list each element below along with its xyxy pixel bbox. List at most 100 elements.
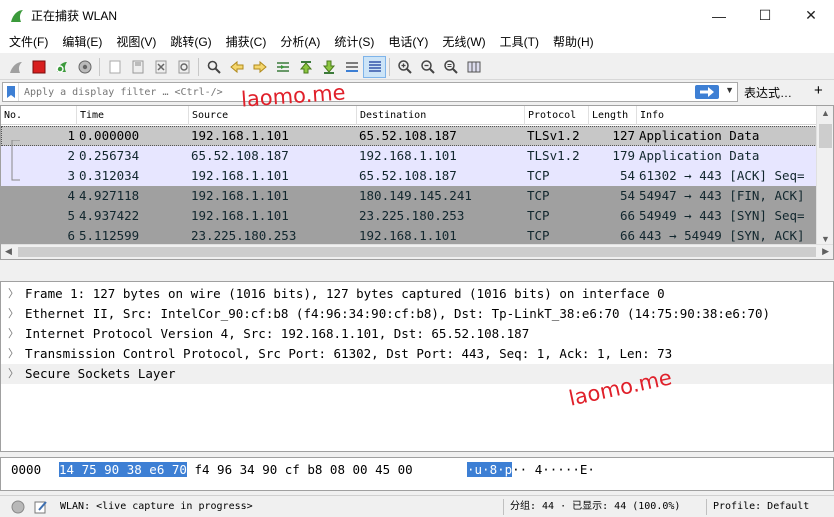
add-filter-button[interactable]: + <box>814 82 823 99</box>
go-forward-icon[interactable] <box>248 56 271 78</box>
bytes-ascii-selected: ·u·8·p <box>467 462 513 477</box>
packet-list-horizontal-scrollbar[interactable]: ◀ ▶ <box>1 244 833 259</box>
col-header-destination[interactable]: Destination <box>357 106 525 125</box>
stop-capture-icon[interactable] <box>27 56 50 78</box>
details-row-ethernet[interactable]: 〉 Ethernet II, Src: IntelCor_90:cf:b8 (f… <box>1 304 833 324</box>
packet-list-vertical-scrollbar[interactable]: ▲ ▼ <box>816 106 833 246</box>
display-filter-bar: ▼ 表达式… + <box>0 81 834 103</box>
table-row[interactable]: 4 4.927118 192.168.1.101 180.149.145.241 TCP… <box>1 186 817 206</box>
close-button[interactable]: ✕ <box>788 0 834 31</box>
cell-destination: 65.52.108.187 <box>359 128 457 143</box>
apply-filter-arrow-icon[interactable] <box>695 85 719 99</box>
cell-destination: 65.52.108.187 <box>359 168 457 183</box>
table-row[interactable]: 2 0.256734 65.52.108.187 192.168.1.101 TLSv1… <box>1 146 817 166</box>
window-title: 正在捕获 WLAN <box>31 9 118 23</box>
cell-source: 192.168.1.101 <box>191 188 289 203</box>
menu-view[interactable]: 视图(V) <box>109 31 163 53</box>
col-header-protocol[interactable]: Protocol <box>525 106 589 125</box>
details-row-ip[interactable]: 〉 Internet Protocol Version 4, Src: 192.… <box>1 324 833 344</box>
display-filter-input[interactable] <box>19 86 679 98</box>
menu-tools[interactable]: 工具(T) <box>493 31 546 53</box>
packet-list-header: No. Time Source Destination Protocol Len… <box>1 106 817 125</box>
menu-capture[interactable]: 捕获(C) <box>219 31 274 53</box>
minimize-button[interactable]: — <box>696 0 742 31</box>
find-packet-icon[interactable] <box>202 56 225 78</box>
expression-button[interactable]: 表达式… <box>744 84 792 101</box>
cell-info: 61302 → 443 [ACK] Seq= <box>639 168 805 183</box>
table-row[interactable]: 5 4.937422 192.168.1.101 23.225.180.253 TCP 6… <box>1 206 817 226</box>
col-header-length[interactable]: Length <box>589 106 637 125</box>
menu-file[interactable]: 文件(F) <box>2 31 55 53</box>
table-row[interactable]: 1 0.000000 192.168.1.101 65.52.108.187 TLSv1… <box>1 126 817 146</box>
menu-edit[interactable]: 编辑(E) <box>55 31 109 53</box>
menu-help[interactable]: 帮助(H) <box>546 31 601 53</box>
shark-fin-icon[interactable] <box>4 56 27 78</box>
go-first-icon[interactable] <box>294 56 317 78</box>
wireshark-fin-icon <box>11 9 23 22</box>
menu-wireless[interactable]: 无线(W) <box>435 31 492 53</box>
zoom-out-icon[interactable] <box>416 56 439 78</box>
restart-capture-icon[interactable] <box>50 56 73 78</box>
cell-length: 179 <box>612 148 635 163</box>
cell-no: 5 <box>67 208 75 223</box>
cell-time: 4.927118 <box>79 188 140 203</box>
cell-destination: 23.225.180.253 <box>359 208 465 223</box>
cell-protocol: TLSv1.2 <box>527 128 580 143</box>
go-back-icon[interactable] <box>225 56 248 78</box>
bytes-ascii-rest: ·· 4·····E· <box>512 462 595 477</box>
profile-status[interactable]: Profile: Default <box>713 496 809 517</box>
cell-info: 54949 → 443 [SYN] Seq= <box>639 208 805 223</box>
cell-protocol: TCP <box>527 168 550 183</box>
cell-no: 6 <box>67 228 75 243</box>
table-row[interactable]: 3 0.312034 192.168.1.101 65.52.108.187 TCP 54… <box>1 166 817 186</box>
save-file-icon[interactable] <box>126 56 149 78</box>
cell-protocol: TCP <box>527 208 550 223</box>
capture-options-icon[interactable] <box>73 56 96 78</box>
go-last-icon[interactable] <box>317 56 340 78</box>
auto-scroll-icon[interactable] <box>340 56 363 78</box>
go-to-packet-icon[interactable] <box>271 56 294 78</box>
chevron-right-icon[interactable]: 〉 <box>8 304 19 324</box>
packet-count-status: 分组: 44 · 已显示: 44 (100.0%) <box>510 501 681 512</box>
bytes-ascii[interactable]: ·u·8·p·· 4·····E· <box>467 462 595 477</box>
bytes-hex[interactable]: 14 75 90 38 e6 70 f4 96 34 90 cf b8 08 0… <box>59 462 413 477</box>
cell-info: 54947 → 443 [FIN, ACK] <box>639 188 805 203</box>
col-header-no[interactable]: No. <box>1 106 77 125</box>
chevron-right-icon[interactable]: 〉 <box>8 344 19 364</box>
expert-info-status-icon[interactable] <box>11 500 25 514</box>
cell-length: 66 <box>619 208 635 223</box>
menu-analyze[interactable]: 分析(A) <box>273 31 327 53</box>
colorize-icon[interactable] <box>363 55 386 78</box>
bookmark-icon[interactable] <box>3 83 19 101</box>
chevron-right-icon[interactable]: 〉 <box>8 324 19 344</box>
reload-file-icon[interactable] <box>172 56 195 78</box>
cell-destination: 192.168.1.101 <box>359 148 457 163</box>
chevron-right-icon[interactable]: 〉 <box>8 364 19 384</box>
cell-time: 5.112599 <box>79 228 140 243</box>
bytes-hex-rest: f4 96 34 90 cf b8 08 00 45 00 <box>186 462 413 477</box>
resize-columns-icon[interactable] <box>462 56 485 78</box>
cell-no: 4 <box>67 188 75 203</box>
menu-go[interactable]: 跳转(G) <box>163 31 218 53</box>
maximize-button[interactable]: ☐ <box>742 0 788 31</box>
zoom-normal-icon[interactable] <box>439 56 462 78</box>
menu-statistics[interactable]: 统计(S) <box>327 31 381 53</box>
details-row-frame[interactable]: 〉 Frame 1: 127 bytes on wire (1016 bits)… <box>1 284 833 304</box>
menu-telephony[interactable]: 电话(Y) <box>381 31 435 53</box>
bytes-offset: 0000 <box>11 462 42 477</box>
chevron-right-icon[interactable]: 〉 <box>8 284 19 304</box>
col-header-time[interactable]: Time <box>77 106 189 125</box>
capture-comment-icon[interactable] <box>33 499 49 515</box>
filter-history-chevron-down-icon[interactable]: ▼ <box>725 85 734 95</box>
details-row-tcp[interactable]: 〉 Transmission Control Protocol, Src Por… <box>1 344 833 364</box>
close-file-icon[interactable] <box>149 56 172 78</box>
conversation-bracket <box>11 140 20 181</box>
cell-info: Application Data <box>639 128 760 143</box>
zoom-in-icon[interactable] <box>393 56 416 78</box>
table-row[interactable]: 6 5.112599 23.225.180.253 192.168.1.101 TCP 6… <box>1 226 817 246</box>
cell-time: 0.000000 <box>79 128 140 143</box>
col-header-info[interactable]: Info <box>637 106 817 125</box>
cell-length: 127 <box>612 128 635 143</box>
details-row-ssl[interactable]: 〉 Secure Sockets Layer <box>1 364 833 384</box>
open-file-icon[interactable] <box>103 56 126 78</box>
